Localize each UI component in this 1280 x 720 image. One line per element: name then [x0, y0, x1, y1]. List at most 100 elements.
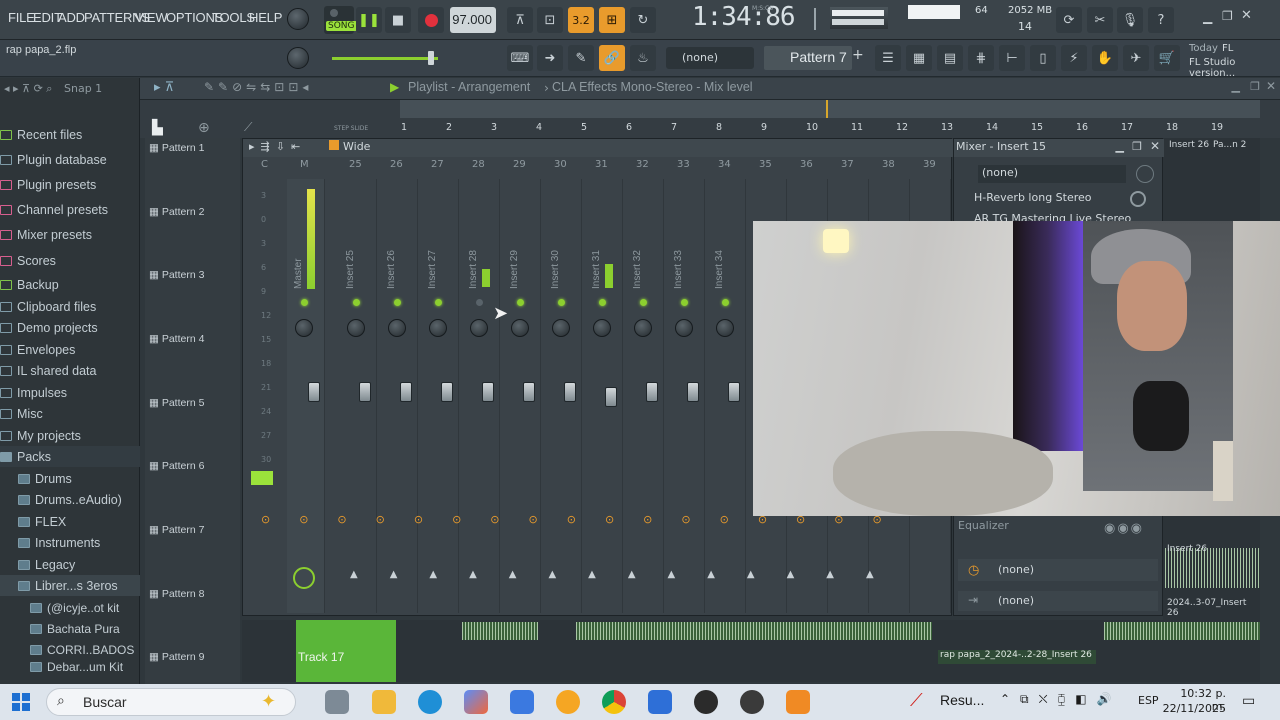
browser-item[interactable]: IL shared data — [0, 360, 140, 381]
app-icon[interactable] — [740, 690, 764, 714]
pattern-mode-icon[interactable]: ▙ — [152, 120, 163, 136]
obs-icon[interactable] — [694, 690, 718, 714]
volume-fader[interactable] — [564, 382, 576, 402]
piano-keys-button[interactable]: ⌨ — [507, 45, 533, 71]
song-time-display[interactable]: 1:34:86 — [692, 2, 796, 32]
browser-item[interactable]: Librer...s 3eros — [0, 575, 140, 596]
mixer-strip[interactable]: Insert 27 — [421, 179, 459, 613]
mute-led[interactable] — [558, 299, 565, 306]
browser-item[interactable]: (@icyje..ot kit — [0, 597, 140, 618]
mixer-strip[interactable]: Insert 31 — [585, 179, 623, 613]
mixer-view-mode[interactable]: Wide — [343, 140, 370, 153]
restore-icon[interactable]: ❐ — [1250, 80, 1260, 93]
pattern-item[interactable]: ▦ Pattern 9 — [149, 651, 204, 663]
audio-clip[interactable] — [1165, 548, 1260, 588]
pattern-item[interactable]: ▦ Pattern 5 — [149, 397, 204, 409]
browser-item[interactable]: Drums — [0, 468, 140, 489]
volume-fader[interactable] — [605, 387, 617, 407]
playlist-tools-icons[interactable]: ▸ ⊼ — [154, 80, 174, 95]
browser-button[interactable]: ⊢ — [999, 45, 1025, 71]
volume-fader[interactable] — [441, 382, 453, 402]
close-icon[interactable]: ✕ — [1150, 139, 1160, 153]
bar-ruler[interactable]: 1 2 3 4 5 6 7 8 9 10 11 12 13 14 15 16 1… — [396, 122, 1276, 136]
mute-led[interactable] — [476, 299, 483, 306]
pattern-item[interactable]: ▦ Pattern 3 — [149, 269, 204, 281]
store-icon[interactable] — [648, 690, 672, 714]
eq-knobs[interactable]: ◉◉◉ — [1104, 521, 1154, 551]
clock-icon[interactable] — [1136, 165, 1154, 183]
mute-led[interactable] — [599, 299, 606, 306]
playlist-button[interactable]: ☰ — [875, 45, 901, 71]
edge-icon[interactable] — [418, 690, 442, 714]
mixer-strip[interactable]: Insert 28 — [462, 179, 500, 613]
pan-knob[interactable] — [634, 319, 652, 337]
master-pitch-knob[interactable] — [287, 47, 309, 69]
mute-led[interactable] — [517, 299, 524, 306]
snap-selector[interactable]: Snap 1 — [64, 82, 102, 95]
output-selector-1[interactable]: (none) — [958, 559, 1158, 581]
output-selector-2[interactable]: (none) — [958, 591, 1158, 611]
volume-fader[interactable] — [523, 382, 535, 402]
language-indicator[interactable]: ESP — [1138, 694, 1159, 707]
countdown-button[interactable]: 3.2 — [568, 7, 594, 33]
app-icon[interactable] — [510, 690, 534, 714]
file-explorer-icon[interactable] — [372, 690, 396, 714]
minimize-icon[interactable]: ▁ — [1116, 140, 1124, 153]
browser-item[interactable]: My projects — [0, 425, 140, 446]
add-pattern-icon[interactable]: + — [852, 47, 864, 63]
speaker-button[interactable]: ✈ — [1123, 45, 1149, 71]
track-17-header[interactable]: Track 17 — [296, 620, 396, 682]
master-volume-knob[interactable] — [287, 8, 309, 30]
taskbar-search[interactable]: ⌕ Buscar ✦ — [46, 688, 296, 716]
arrow-button[interactable]: ➜ — [537, 45, 563, 71]
pan-knob[interactable] — [716, 319, 734, 337]
news-title[interactable]: FL Studio version... — [1189, 57, 1280, 79]
pattern-picker[interactable]: Pattern 7 — [764, 46, 852, 70]
file-button[interactable]: ▯ — [1030, 45, 1056, 71]
pan-knob[interactable] — [511, 319, 529, 337]
browser-item[interactable]: Recent files — [0, 124, 140, 145]
news-text[interactable]: Resu... — [940, 692, 984, 708]
mixer-view-icons[interactable]: ▸⇶⇩⇤ — [249, 140, 306, 153]
scroll-overview[interactable] — [400, 100, 1260, 118]
mixer-strip[interactable]: Insert 34 — [708, 179, 746, 613]
news-icon[interactable]: ⟋ — [910, 690, 923, 711]
pat-song-toggle[interactable]: SONG — [324, 6, 357, 34]
magnet-icon[interactable]: ⊕ — [198, 120, 210, 136]
mix-knob[interactable] — [1130, 191, 1146, 207]
browser-item[interactable]: Plugin database — [0, 149, 140, 170]
pattern-item[interactable]: ▦ Pattern 7 — [149, 524, 204, 536]
app-icon[interactable] — [556, 690, 580, 714]
pattern-item[interactable]: ▦ Pattern 8 — [149, 588, 204, 600]
menu-add[interactable]: ADD — [58, 10, 85, 25]
slider-handle[interactable] — [428, 51, 434, 65]
pan-knob[interactable] — [470, 319, 488, 337]
mixer-button[interactable]: ⋕ — [968, 45, 994, 71]
mixer-strip[interactable]: Insert 25 — [339, 179, 377, 613]
browser-item[interactable]: Envelopes — [0, 339, 140, 360]
browser-item[interactable]: Demo projects — [0, 317, 140, 338]
step-edit-button[interactable]: ⊞ — [599, 7, 625, 33]
pause-button[interactable]: ❚❚ — [356, 7, 382, 33]
play-icon[interactable]: ▶ — [390, 80, 399, 94]
master-send-knob[interactable] — [293, 567, 315, 589]
mixer-strip[interactable]: Insert 33 — [667, 179, 705, 613]
minimize-icon[interactable]: ▁ — [1203, 10, 1212, 24]
mixer-strip[interactable]: Insert 32 — [626, 179, 664, 613]
send-arrow-row[interactable]: ▲▲▲▲▲▲▲▲▲▲▲▲▲▲ — [243, 569, 953, 589]
channel-rack-button[interactable]: ▤ — [937, 45, 963, 71]
wand-icon[interactable]: ⟋ — [244, 120, 252, 135]
fl-studio-icon[interactable] — [786, 690, 810, 714]
mute-led[interactable] — [435, 299, 442, 306]
browser-item[interactable]: Clipboard files — [0, 296, 140, 317]
browser-item[interactable]: CORRI..BADOS — [0, 639, 140, 660]
mixer-strip[interactable]: Insert 29 — [503, 179, 541, 613]
pattern-item[interactable]: ▦ Pattern 1 — [149, 142, 204, 154]
notification-icon[interactable]: ▭ — [1242, 693, 1255, 709]
mixer-strip[interactable]: Insert 30 — [544, 179, 582, 613]
pan-knob[interactable] — [388, 319, 406, 337]
browser-item[interactable]: Misc — [0, 403, 140, 424]
panic-button[interactable]: ⟳ — [1056, 7, 1082, 33]
volume-fader[interactable] — [400, 382, 412, 402]
pan-knob[interactable] — [593, 319, 611, 337]
